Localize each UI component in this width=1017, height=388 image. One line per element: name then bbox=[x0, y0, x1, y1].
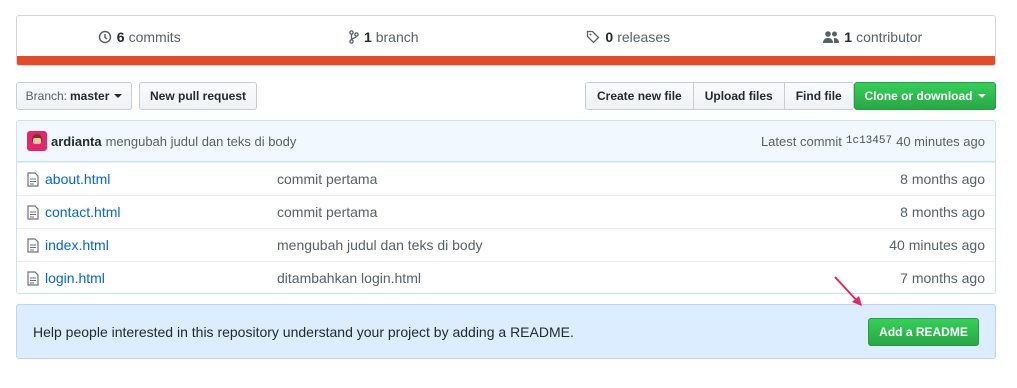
upload-files-button[interactable]: Upload files bbox=[693, 83, 785, 109]
releases-link[interactable]: 0 releases bbox=[506, 29, 751, 45]
file-link[interactable]: index.html bbox=[45, 237, 277, 253]
commits-count: 6 bbox=[116, 28, 125, 45]
file-age: 8 months ago bbox=[900, 204, 985, 220]
table-row: contact.html commit pertama 8 months ago bbox=[17, 195, 995, 228]
file-commit-message[interactable]: commit pertama bbox=[277, 204, 900, 220]
file-commit-message[interactable]: mengubah judul dan teks di body bbox=[277, 237, 889, 253]
language-bar[interactable] bbox=[17, 56, 995, 65]
commit-author[interactable]: ardianta bbox=[51, 134, 102, 149]
chevron-down-icon bbox=[977, 94, 986, 98]
latest-commit-label: Latest commit bbox=[760, 133, 842, 149]
branches-label: branch bbox=[375, 28, 419, 45]
file-table: ardianta mengubah judul dan teks di body… bbox=[16, 120, 996, 294]
file-actions-group: Create new file Upload files Find file bbox=[585, 82, 854, 110]
new-pull-request-button[interactable]: New pull request bbox=[139, 82, 257, 110]
file-age: 40 minutes ago bbox=[889, 237, 985, 253]
clone-label: Clone or download bbox=[864, 89, 973, 103]
contributors-count: 1 bbox=[844, 28, 853, 45]
file-icon bbox=[27, 204, 43, 220]
file-link[interactable]: about.html bbox=[45, 171, 277, 187]
branches-count: 1 bbox=[363, 28, 372, 45]
add-readme-button[interactable]: Add a README bbox=[868, 318, 979, 346]
latest-commit-bar: ardianta mengubah judul dan teks di body… bbox=[17, 121, 995, 162]
branch-name: master bbox=[70, 89, 110, 103]
file-link[interactable]: contact.html bbox=[45, 204, 277, 220]
contributors-link[interactable]: 1 contributor bbox=[751, 29, 996, 45]
readme-prompt: Help people interested in this repositor… bbox=[16, 304, 996, 359]
find-file-button[interactable]: Find file bbox=[784, 83, 853, 109]
file-commit-message[interactable]: commit pertama bbox=[277, 171, 900, 187]
clone-download-button[interactable]: Clone or download bbox=[854, 82, 996, 110]
people-icon bbox=[823, 30, 840, 43]
file-icon bbox=[27, 237, 43, 253]
history-icon bbox=[98, 30, 112, 43]
file-age: 8 months ago bbox=[900, 171, 985, 187]
file-icon bbox=[27, 270, 43, 286]
create-new-file-button[interactable]: Create new file bbox=[586, 83, 694, 109]
table-row: about.html commit pertama 8 months ago bbox=[17, 162, 995, 195]
file-age: 7 months ago bbox=[900, 270, 985, 286]
releases-count: 0 bbox=[605, 28, 614, 45]
releases-label: releases bbox=[617, 28, 671, 45]
avatar[interactable] bbox=[27, 131, 47, 151]
tag-icon bbox=[587, 30, 600, 43]
readme-prompt-text: Help people interested in this repositor… bbox=[33, 323, 574, 340]
branch-select-button[interactable]: Branch: master bbox=[16, 82, 132, 110]
repo-summary: 6 commits 1 branch 0 releases 1 contribu… bbox=[16, 15, 996, 66]
file-icon bbox=[27, 171, 43, 187]
commits-link[interactable]: 6 commits bbox=[17, 29, 262, 45]
file-commit-message[interactable]: ditambahkan login.html bbox=[277, 270, 900, 286]
chevron-down-icon bbox=[114, 94, 123, 98]
file-link[interactable]: login.html bbox=[45, 270, 277, 286]
contributors-label: contributor bbox=[856, 28, 923, 45]
commit-age: 40 minutes ago bbox=[896, 133, 985, 149]
branch-prefix: Branch: bbox=[25, 89, 67, 103]
commit-sha[interactable]: 1c13457 bbox=[846, 135, 892, 147]
commits-label: commits bbox=[128, 28, 181, 45]
commit-message[interactable]: mengubah judul dan teks di body bbox=[106, 134, 297, 149]
branches-link[interactable]: 1 branch bbox=[262, 29, 507, 45]
annotation-arrow-icon bbox=[834, 276, 862, 306]
table-row: index.html mengubah judul dan teks di bo… bbox=[17, 228, 995, 261]
branch-icon bbox=[349, 29, 359, 44]
